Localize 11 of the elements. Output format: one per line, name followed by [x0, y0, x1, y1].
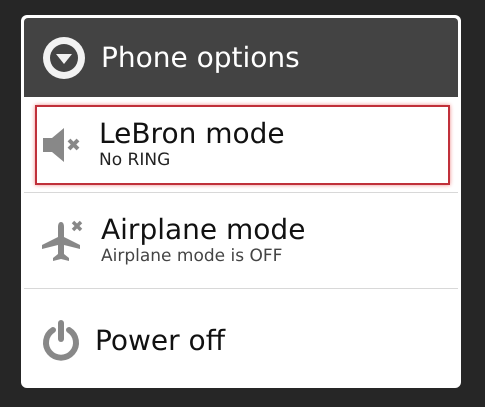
item-subtitle: Airplane mode is OFF [101, 246, 284, 266]
power-icon [41, 320, 81, 362]
item-subtitle: No RING [99, 150, 172, 170]
menu-item[interactable]: Airplane mode Airplane mode is OFF [41, 200, 450, 280]
item-label: Airplane mode [101, 215, 306, 246]
item-label: Power off [95, 326, 225, 356]
menu-item[interactable]: LeBron mode No RING [35, 104, 450, 184]
menu-item[interactable]: Power off [41, 301, 450, 381]
dialog-title: Phone options [101, 41, 300, 74]
item-label: LeBron mode [99, 119, 285, 150]
dropdown-circle-icon [41, 34, 87, 80]
